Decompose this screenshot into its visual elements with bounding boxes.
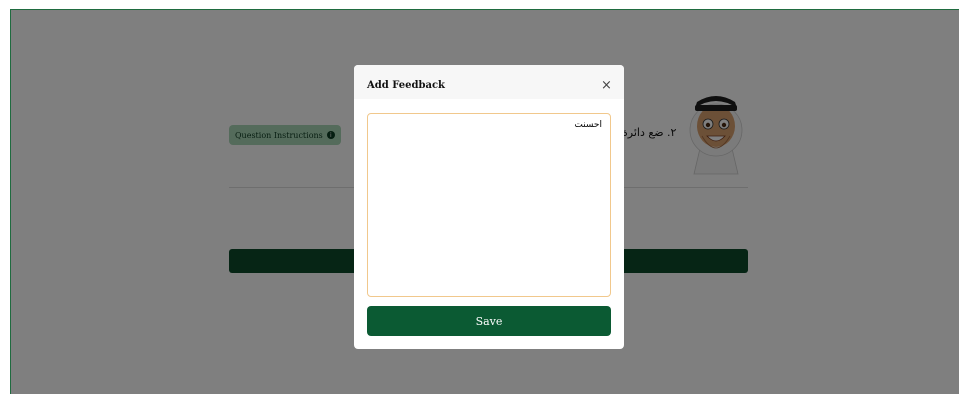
close-icon[interactable]: × — [601, 78, 612, 94]
modal-title: Add Feedback — [367, 80, 445, 91]
add-feedback-modal: Add Feedback × احسنت Save — [354, 65, 624, 349]
save-button[interactable]: Save — [367, 306, 611, 336]
feedback-textarea[interactable]: احسنت — [367, 113, 611, 297]
modal-header: Add Feedback × — [354, 65, 624, 99]
